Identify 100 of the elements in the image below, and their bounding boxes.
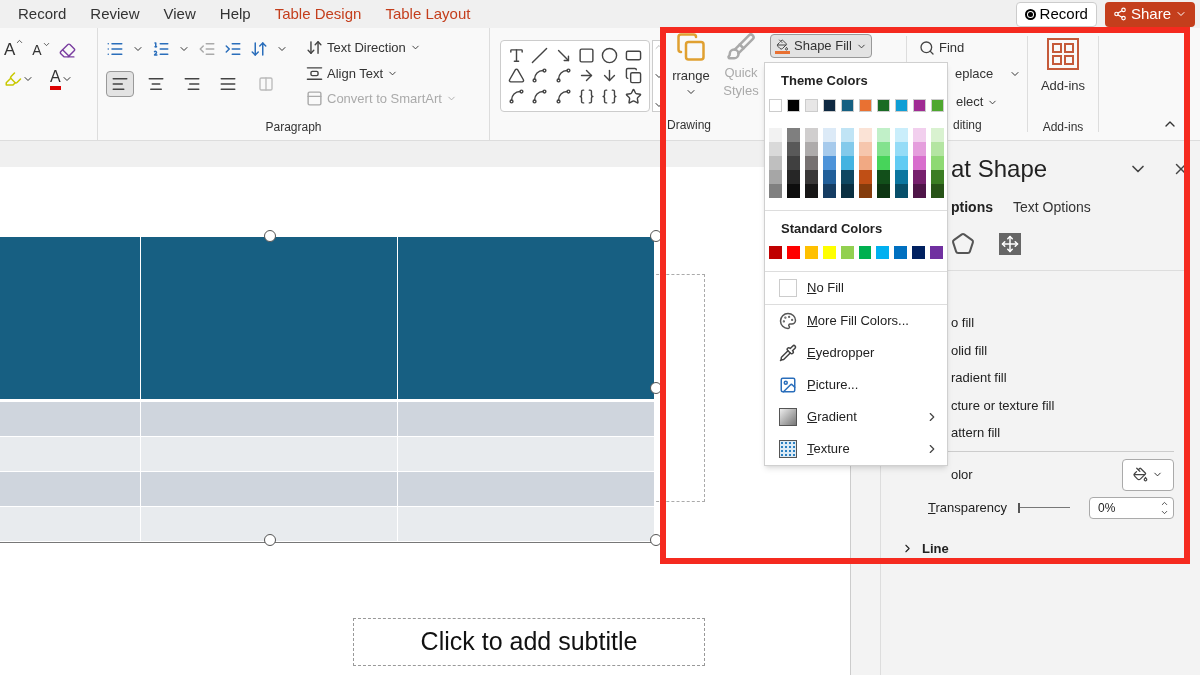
- rectangle-icon[interactable]: [578, 46, 596, 64]
- select-button[interactable]: elect: [956, 92, 984, 112]
- color-swatch[interactable]: [841, 127, 854, 142]
- size-position-icon[interactable]: [999, 233, 1021, 255]
- color-swatch[interactable]: [769, 246, 782, 259]
- subtitle-placeholder[interactable]: Click to add subtitle: [353, 618, 705, 666]
- record-button[interactable]: Record: [1015, 1, 1097, 27]
- curve-icon[interactable]: [554, 88, 572, 106]
- color-swatch[interactable]: [912, 246, 926, 259]
- color-swatch[interactable]: [805, 127, 818, 142]
- table-cell[interactable]: [398, 237, 655, 399]
- shapes-gallery[interactable]: [500, 40, 650, 112]
- color-swatch[interactable]: [931, 127, 944, 142]
- color-swatch[interactable]: [769, 98, 782, 112]
- color-swatch[interactable]: [787, 127, 800, 142]
- menu-item[interactable]: Texture: [765, 433, 947, 465]
- transparency-field[interactable]: 0%: [1089, 496, 1174, 519]
- color-swatch[interactable]: [769, 127, 782, 142]
- color-swatch[interactable]: [895, 98, 908, 112]
- numbering-icon[interactable]: [152, 40, 170, 58]
- ribbon-tab[interactable]: Table Layout: [373, 2, 483, 26]
- pane-tab[interactable]: Text Options: [1013, 197, 1091, 218]
- transparency-slider[interactable]: [1018, 502, 1070, 513]
- color-swatch[interactable]: [786, 246, 800, 259]
- table-cell[interactable]: [0, 472, 141, 506]
- fill-option[interactable]: radient fill: [951, 368, 1190, 388]
- table-cell[interactable]: [398, 437, 655, 471]
- triangle-icon[interactable]: [508, 67, 526, 85]
- color-swatch[interactable]: [859, 127, 872, 142]
- share-button[interactable]: Share: [1104, 1, 1195, 27]
- table-cell[interactable]: [0, 507, 141, 541]
- decrease-indent-icon[interactable]: [198, 40, 216, 58]
- ribbon-tab[interactable]: Table Design: [262, 2, 374, 26]
- table-cell[interactable]: [141, 507, 398, 541]
- menu-item[interactable]: Picture...: [765, 369, 947, 401]
- table-cell[interactable]: [398, 507, 655, 541]
- star-icon[interactable]: [624, 88, 642, 106]
- table-cell[interactable]: [141, 402, 398, 436]
- ribbon-tab[interactable]: Record: [6, 2, 79, 26]
- color-picker-button[interactable]: [1122, 458, 1174, 491]
- color-swatch[interactable]: [877, 98, 890, 112]
- color-swatch[interactable]: [823, 98, 836, 112]
- fill-option[interactable]: o fill: [951, 313, 1190, 333]
- text-box-icon[interactable]: [508, 46, 526, 64]
- menu-item[interactable]: Gradient: [765, 401, 947, 433]
- color-swatch[interactable]: [859, 98, 872, 112]
- font-color-button[interactable]: A: [50, 68, 61, 90]
- table-cell[interactable]: [398, 472, 655, 506]
- menu-item[interactable]: Eyedropper: [765, 337, 947, 369]
- menu-item[interactable]: More Fill Colors...: [765, 305, 947, 337]
- arrange-button[interactable]: rrange: [672, 66, 710, 86]
- color-swatch[interactable]: [913, 98, 926, 112]
- align-text-button[interactable]: Align Text: [306, 63, 457, 83]
- ribbon-tab[interactable]: Review: [78, 2, 152, 26]
- color-swatch[interactable]: [823, 127, 836, 142]
- line-spacing-icon[interactable]: [250, 40, 268, 58]
- table-cell[interactable]: [0, 437, 141, 471]
- find-button[interactable]: Find: [919, 36, 1027, 60]
- color-swatch[interactable]: [858, 246, 872, 259]
- ribbon-tab[interactable]: Help: [207, 2, 263, 26]
- table-cell[interactable]: [398, 402, 655, 436]
- bullets-icon[interactable]: [106, 40, 124, 58]
- connector-icon[interactable]: [554, 67, 572, 85]
- freeform-icon[interactable]: [508, 88, 526, 106]
- line-section-header[interactable]: Line: [901, 538, 1190, 558]
- curve-icon[interactable]: [531, 88, 549, 106]
- color-swatch[interactable]: [840, 246, 854, 259]
- color-swatch[interactable]: [876, 246, 890, 259]
- fill-option[interactable]: attern fill: [951, 423, 1190, 443]
- pentagon-icon[interactable]: [951, 232, 975, 256]
- color-swatch[interactable]: [787, 98, 800, 112]
- menu-item[interactable]: No Fill: [765, 272, 947, 304]
- color-swatch[interactable]: [930, 246, 944, 259]
- add-ins-button[interactable]: Add-ins: [1040, 76, 1086, 96]
- table-cell[interactable]: [0, 402, 141, 436]
- align-left-button[interactable]: [106, 71, 134, 97]
- color-swatch[interactable]: [895, 127, 908, 142]
- fill-option[interactable]: olid fill: [951, 340, 1190, 360]
- color-swatch[interactable]: [913, 127, 926, 142]
- selection-handle[interactable]: [264, 230, 276, 242]
- pane-tab[interactable]: ptions: [951, 197, 993, 218]
- color-swatch[interactable]: [877, 127, 890, 142]
- table-cell[interactable]: [0, 237, 141, 399]
- oval-icon[interactable]: [601, 46, 619, 64]
- shrink-font-button[interactable]: A: [32, 39, 51, 61]
- arrange-icon[interactable]: [676, 32, 706, 62]
- table-cell[interactable]: [141, 437, 398, 471]
- connector-icon[interactable]: [531, 67, 549, 85]
- color-swatch[interactable]: [841, 98, 854, 112]
- grow-font-button[interactable]: A: [4, 37, 25, 63]
- brace-icon[interactable]: [578, 88, 596, 106]
- color-swatch[interactable]: [804, 246, 818, 259]
- shape-fill-button[interactable]: Shape Fill: [770, 34, 872, 58]
- replace-button[interactable]: eplace: [955, 64, 994, 84]
- ribbon-tab[interactable]: View: [151, 2, 208, 26]
- line-icon[interactable]: [531, 46, 549, 64]
- table-cell[interactable]: [141, 472, 398, 506]
- table-cell[interactable]: [141, 237, 398, 399]
- increase-indent-icon[interactable]: [224, 40, 242, 58]
- color-swatch[interactable]: [931, 98, 944, 112]
